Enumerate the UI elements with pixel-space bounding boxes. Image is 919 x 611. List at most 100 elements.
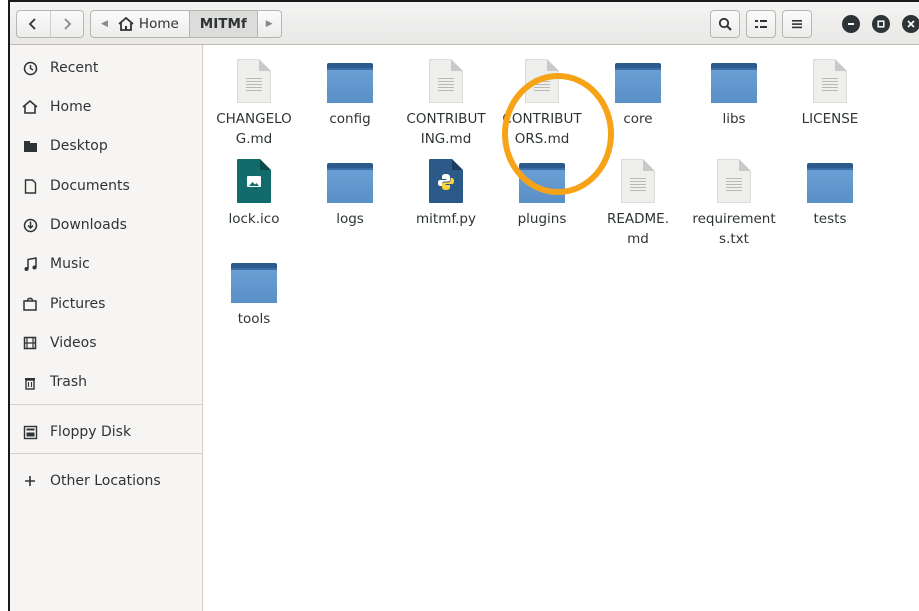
breadcrumb-current-label: MITMf: [199, 16, 247, 32]
file-manager-window: ◀ Home MITMf ▶ Recent Home Desktop Docum…: [8, 0, 919, 611]
sidebar-item-music[interactable]: Music: [10, 247, 202, 281]
folder-icon: [231, 263, 277, 303]
menu-icon: [792, 20, 802, 29]
file-name-label: tools: [237, 311, 271, 327]
sidebar-item-downloads[interactable]: Downloads: [10, 208, 202, 242]
breadcrumb-home[interactable]: ◀ Home: [90, 10, 190, 38]
file-icon-wrap: [592, 53, 684, 103]
sidebar-item-label: Documents: [50, 178, 130, 194]
sidebar-item-trash[interactable]: Trash: [10, 365, 202, 399]
text-file-icon: [237, 59, 271, 103]
file-name-label: lock.ico: [228, 211, 280, 227]
file-grid: CHANGELO G.md config CONTRIBUT ING.md CONTRIB…: [204, 45, 919, 611]
sidebar-item-label: Downloads: [50, 217, 127, 233]
file-name-label: README. md: [606, 211, 669, 247]
sidebar-item-documents[interactable]: Documents: [10, 169, 202, 203]
file-icon-wrap: [688, 153, 780, 203]
file-icon-wrap: [304, 153, 396, 203]
file-item[interactable]: config: [304, 53, 396, 129]
file-icon-wrap: [400, 153, 492, 203]
breadcrumb-home-label: Home: [138, 16, 179, 32]
maximize-button[interactable]: [872, 15, 890, 33]
file-name-label: logs: [336, 211, 364, 227]
file-item[interactable]: README. md: [592, 153, 684, 249]
folder-icon: [711, 63, 757, 103]
sidebar-item-floppy-disk[interactable]: Floppy Disk: [10, 415, 202, 449]
download-icon: [22, 217, 38, 233]
sidebar-item-pictures[interactable]: Pictures: [10, 287, 202, 321]
go-back-icon: [29, 18, 37, 30]
forward-button[interactable]: [49, 11, 83, 37]
search-icon: [718, 17, 732, 31]
floppy-icon: [22, 424, 38, 440]
file-name-label: tests: [813, 211, 847, 227]
sidebar-item-videos[interactable]: Videos: [10, 326, 202, 360]
view-icon: [755, 20, 767, 28]
image-file-icon: [237, 159, 271, 203]
sidebar-item-label: Pictures: [50, 296, 106, 312]
file-item[interactable]: LICENSE: [784, 53, 876, 129]
file-item[interactable]: tests: [784, 153, 876, 229]
sidebar-item-other-locations[interactable]: Other Locations: [10, 464, 202, 498]
sidebar-item-label: Music: [50, 256, 90, 272]
folder-icon: [807, 163, 853, 203]
breadcrumb: ◀ Home MITMf ▶: [90, 10, 282, 38]
file-item[interactable]: logs: [304, 153, 396, 229]
file-item[interactable]: CHANGELO G.md: [208, 53, 300, 149]
scroll-left-icon[interactable]: ◀: [101, 19, 108, 29]
sidebar-separator: [10, 453, 203, 454]
file-item[interactable]: libs: [688, 53, 780, 129]
plus-icon: [22, 473, 38, 489]
file-icon-wrap: [208, 53, 300, 103]
back-button[interactable]: [17, 11, 50, 37]
sidebar-item-label: Trash: [50, 374, 87, 390]
close-button[interactable]: [902, 15, 919, 33]
file-name-label: plugins: [517, 211, 567, 227]
highlight-circle: [502, 73, 614, 195]
folder-icon: [327, 63, 373, 103]
sidebar-item-label: Other Locations: [50, 473, 161, 489]
folder-icon: [22, 138, 38, 154]
file-icon-wrap: [208, 153, 300, 203]
file-item[interactable]: requirement s.txt: [688, 153, 780, 249]
file-name-label: CONTRIBUT ING.md: [406, 111, 486, 147]
file-icon-wrap: [688, 53, 780, 103]
file-item[interactable]: CONTRIBUT ING.md: [400, 53, 492, 149]
file-item[interactable]: mitmf.py: [400, 153, 492, 229]
sidebar-item-home[interactable]: Home: [10, 90, 202, 124]
header-bar: ◀ Home MITMf ▶: [10, 0, 919, 45]
breadcrumb-current[interactable]: MITMf: [189, 10, 258, 38]
sidebar-item-label: Home: [50, 99, 92, 115]
minimize-button[interactable]: [842, 15, 860, 33]
file-name-label: CHANGELO G.md: [216, 111, 292, 147]
text-file-icon: [429, 59, 463, 103]
menu-button[interactable]: [782, 10, 812, 38]
text-file-icon: [717, 159, 751, 203]
file-icon-wrap: [400, 53, 492, 103]
go-forward-icon: [64, 18, 72, 30]
breadcrumb-scroll-right[interactable]: ▶: [257, 10, 282, 38]
places-sidebar: Recent Home Desktop Documents Downloads …: [10, 45, 203, 611]
document-icon: [22, 178, 38, 194]
sidebar-separator: [10, 404, 203, 405]
view-buttons: [710, 10, 818, 38]
music-icon: [22, 256, 38, 272]
navigation-buttons: [16, 10, 84, 38]
sidebar-item-label: Desktop: [50, 138, 108, 154]
sidebar-item-recent[interactable]: Recent: [10, 51, 202, 85]
file-item[interactable]: tools: [208, 253, 300, 329]
film-icon: [22, 335, 38, 351]
folder-icon: [327, 163, 373, 203]
python-file-icon: [429, 159, 463, 203]
file-icon-wrap: [784, 153, 876, 203]
text-file-icon: [621, 159, 655, 203]
view-options-button[interactable]: [746, 10, 776, 38]
sidebar-item-desktop[interactable]: Desktop: [10, 129, 202, 163]
file-icon-wrap: [304, 53, 396, 103]
clock-icon: [22, 60, 38, 76]
file-name-label: LICENSE: [801, 111, 859, 127]
search-button[interactable]: [710, 10, 740, 38]
file-item[interactable]: lock.ico: [208, 153, 300, 229]
file-icon-wrap: [784, 53, 876, 103]
home-icon: [118, 17, 134, 31]
